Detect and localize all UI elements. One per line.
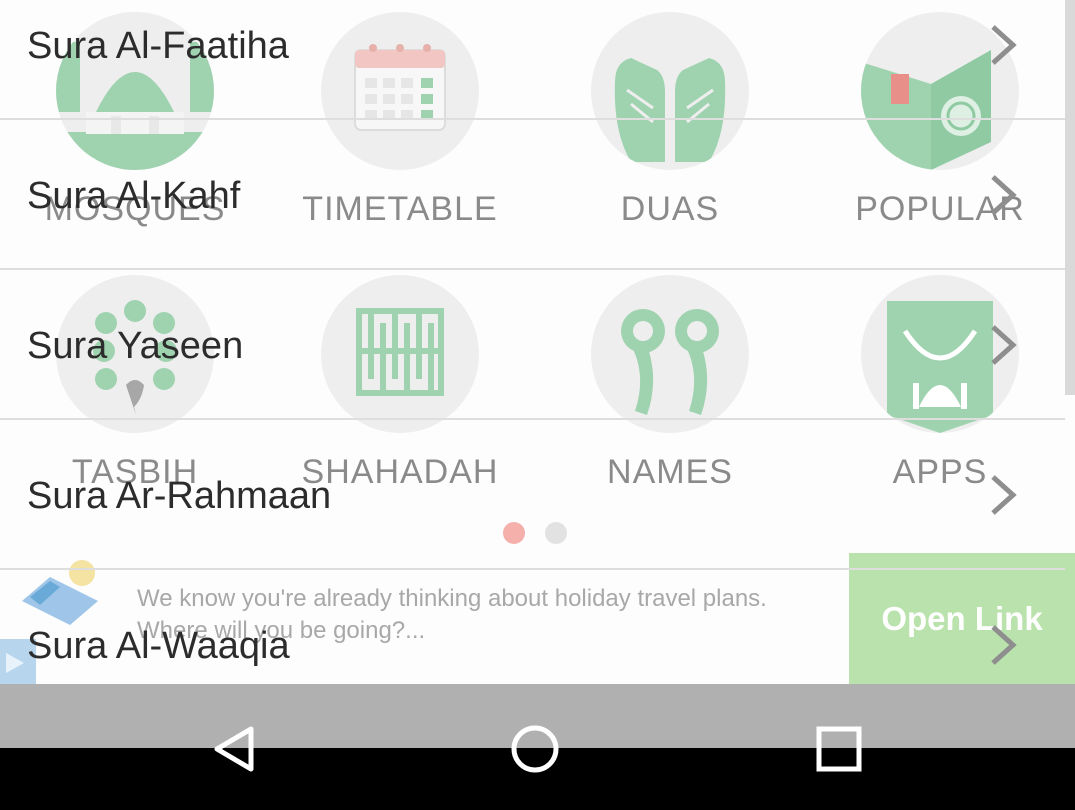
list-item-al-faatiha[interactable]: Sura Al-Faatiha xyxy=(0,0,1065,120)
list-item-label: Sura Al-Kahf xyxy=(27,175,241,217)
list-item-label: Sura Ar-Rahmaan xyxy=(27,475,332,517)
chevron-right-icon xyxy=(991,325,1017,365)
home-icon[interactable] xyxy=(505,719,565,779)
back-icon[interactable] xyxy=(205,719,265,779)
sura-list: Sura Al-Faatiha Sura Al-Kahf Sura Yaseen… xyxy=(0,0,1075,720)
chevron-right-icon xyxy=(991,25,1017,65)
list-item-al-kahf[interactable]: Sura Al-Kahf xyxy=(0,120,1065,270)
list-item-ar-rahmaan[interactable]: Sura Ar-Rahmaan xyxy=(0,420,1065,570)
list-item-label: Sura Yaseen xyxy=(27,325,244,367)
chevron-right-icon xyxy=(991,475,1017,515)
chevron-right-icon xyxy=(991,175,1017,215)
list-item-label: Sura Al-Faatiha xyxy=(27,25,289,67)
navigation-bar xyxy=(0,684,1075,810)
recents-icon[interactable] xyxy=(809,719,869,779)
scrollbar[interactable] xyxy=(1065,0,1075,395)
list-item-yaseen[interactable]: Sura Yaseen xyxy=(0,270,1065,420)
chevron-right-icon xyxy=(991,625,1017,665)
screen: MOSQUES TIMETABLE DUAS POPULAR TASBIH SH… xyxy=(0,0,1075,810)
list-item-label: Sura Al-Waaqia xyxy=(27,625,290,667)
